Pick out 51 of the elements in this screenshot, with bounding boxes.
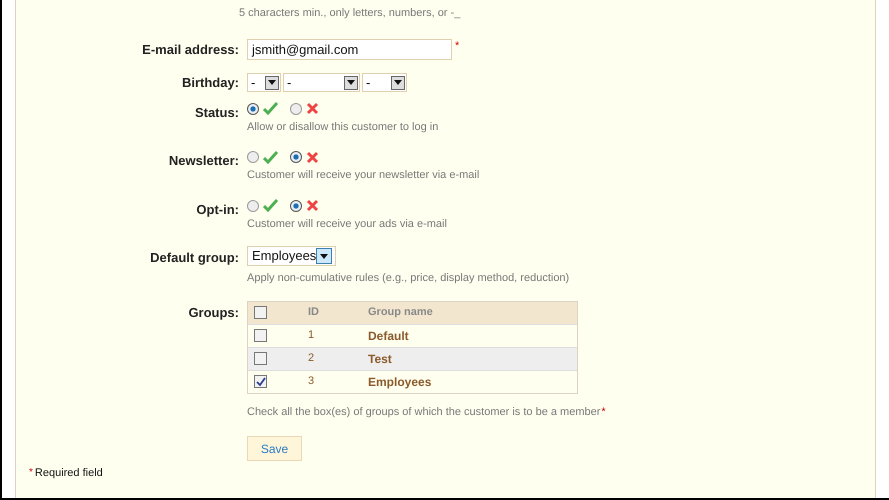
radio-button[interactable] <box>247 102 259 114</box>
field-label: Status: <box>194 104 239 120</box>
column-header: Group name <box>368 305 433 320</box>
radio-button[interactable] <box>247 151 259 163</box>
required-mark: * <box>601 404 606 420</box>
caret-icon <box>316 248 332 264</box>
radio-button[interactable] <box>290 151 302 163</box>
table-cell-text: 1 <box>308 328 316 344</box>
email-field[interactable]: jsmith@gmail.com <box>247 39 452 60</box>
close-icon <box>306 102 319 115</box>
field-label: Groups: <box>188 304 239 320</box>
required-mark: * <box>455 38 460 54</box>
table-cell-text: Employees <box>368 374 432 390</box>
close-icon <box>306 199 319 212</box>
check-icon <box>263 102 278 115</box>
radio-button[interactable] <box>290 102 302 114</box>
hint-text: 5 characters min., only letters, numbers, or -_ <box>239 6 460 21</box>
table-cell-text: Default <box>368 328 409 344</box>
field-label: E-mail address: <box>142 42 239 56</box>
hint-text: Customer will receive your ads via e-mail <box>247 216 447 232</box>
checkbox[interactable] <box>254 352 267 365</box>
hint-text: Check all the box(es) of groups of which the customer is to be a member <box>247 404 600 420</box>
field-label: Opt-in: <box>196 202 239 216</box>
table-cell-text: Test <box>368 350 392 368</box>
column-header: ID <box>308 305 320 320</box>
table-cell-text: 3 <box>308 374 316 390</box>
field-label: Default group: <box>150 250 239 265</box>
caret-icon <box>265 76 279 90</box>
table-cell-text: 2 <box>308 351 316 366</box>
footer-note: Required field <box>34 466 103 481</box>
checkbox[interactable] <box>254 375 267 388</box>
checkbox[interactable] <box>254 306 267 319</box>
field-label: Newsletter: <box>168 153 239 168</box>
check-icon <box>263 150 278 164</box>
caret-icon <box>344 76 358 90</box>
save-button[interactable]: Save <box>247 436 302 461</box>
close-icon <box>306 150 319 164</box>
select-field[interactable]: - <box>247 73 281 92</box>
caret-icon <box>391 76 405 90</box>
radio-button[interactable] <box>290 200 302 212</box>
checkbox[interactable] <box>254 329 267 342</box>
field-label: Birthday: <box>182 74 239 90</box>
hint-text: Apply non-cumulative rules (e.g., price, display method, reduction) <box>247 271 570 286</box>
hint-text: Customer will receive your newsletter via e-mail <box>247 168 480 183</box>
select-field[interactable]: Employees <box>247 246 336 266</box>
radio-button[interactable] <box>247 200 259 212</box>
hint-text: Allow or disallow this customer to log in <box>247 120 438 134</box>
required-mark: * <box>29 466 33 480</box>
select-field[interactable]: - <box>283 73 360 92</box>
check-icon <box>263 199 278 212</box>
select-field[interactable]: - <box>362 73 407 92</box>
